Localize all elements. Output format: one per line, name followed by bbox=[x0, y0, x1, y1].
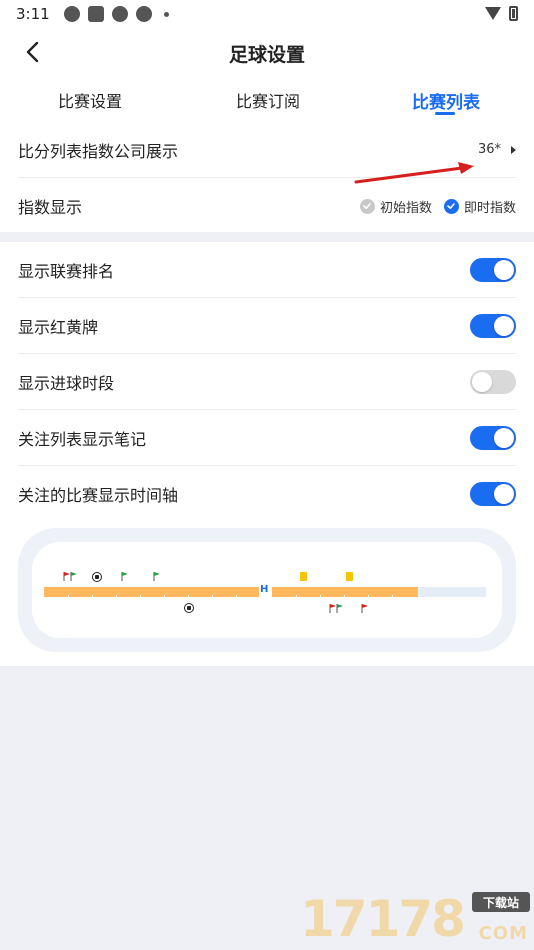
battery-icon bbox=[509, 6, 518, 21]
toggle-label: 显示红黄牌 bbox=[18, 317, 99, 337]
timeline-tick bbox=[296, 595, 297, 599]
toggle-label: 关注列表显示笔记 bbox=[18, 429, 147, 449]
follow-notes-toggle[interactable] bbox=[470, 425, 516, 450]
corner-flag-icon bbox=[153, 572, 160, 581]
timeline-preview: H bbox=[18, 528, 516, 652]
toggle-label: 显示进球时段 bbox=[18, 373, 115, 393]
option-live-index-label: 即时指数 bbox=[463, 200, 516, 216]
status-right bbox=[485, 6, 518, 21]
company-display-label: 比分列表指数公司展示 bbox=[18, 141, 179, 161]
caret-right-icon bbox=[511, 145, 516, 154]
display-toggles-section: 显示联赛排名 显示红黄牌 显示进球时段 关注列表显示笔记 关注的比赛显示时间轴 bbox=[0, 242, 534, 666]
timeline-tick bbox=[320, 595, 321, 599]
app-icon bbox=[63, 6, 80, 22]
timeline-tick bbox=[164, 595, 165, 599]
timeline-first-half-bar bbox=[44, 587, 259, 597]
timeline-tick bbox=[68, 595, 69, 599]
index-display-row: 指数显示 初始指数 即时指数 bbox=[18, 178, 516, 234]
tab-match-settings[interactable]: 比赛设置 bbox=[58, 88, 122, 112]
option-initial-index[interactable]: 初始指数 bbox=[359, 197, 432, 216]
timeline-remaining-bar bbox=[418, 587, 486, 597]
page-title: 足球设置 bbox=[228, 44, 305, 66]
option-live-index[interactable]: 即时指数 bbox=[443, 197, 516, 216]
toggle-row-timeline: 关注的比赛显示时间轴 bbox=[18, 466, 516, 522]
toggle-row-follow-notes: 关注列表显示笔记 bbox=[18, 410, 516, 466]
tab-bar: 比赛设置 比赛订阅 比赛列表 bbox=[0, 76, 534, 122]
goal-period-toggle[interactable] bbox=[470, 369, 516, 394]
goal-ball-icon bbox=[184, 603, 194, 613]
more-notifications-icon bbox=[163, 11, 169, 17]
tab-match-subscription[interactable]: 比赛订阅 bbox=[236, 88, 300, 112]
checked-icon bbox=[443, 198, 459, 214]
watermark-logo-text: 17178 bbox=[300, 890, 466, 948]
toggle-knob bbox=[494, 259, 514, 280]
watermark-badge: 下载站 bbox=[472, 892, 530, 912]
half-time-marker: H bbox=[260, 584, 269, 595]
company-display-value-text: 36* bbox=[477, 142, 501, 157]
timeline-tick bbox=[368, 595, 369, 599]
app-icon bbox=[135, 6, 152, 22]
wifi-icon bbox=[485, 7, 501, 20]
toggle-label: 显示联赛排名 bbox=[18, 261, 115, 281]
toggle-row-league-rank: 显示联赛排名 bbox=[18, 242, 516, 298]
yellow-card-icon bbox=[300, 572, 307, 581]
company-display-row[interactable]: 比分列表指数公司展示 36* bbox=[18, 122, 516, 178]
timeline-tick bbox=[212, 595, 213, 599]
timeline-second-half-bar bbox=[272, 587, 418, 597]
toggle-knob bbox=[494, 315, 514, 336]
timeline-tick bbox=[188, 595, 189, 599]
corner-flag-icon bbox=[70, 572, 77, 581]
tab-match-list[interactable]: 比赛列表 bbox=[412, 88, 480, 113]
toggle-row-goal-period: 显示进球时段 bbox=[18, 354, 516, 410]
yellow-card-icon bbox=[346, 572, 353, 581]
header: 足球设置 bbox=[0, 28, 534, 76]
index-settings-section: 比分列表指数公司展示 36* 指数显示 初始指数 即时指数 bbox=[0, 122, 534, 232]
toggle-label: 关注的比赛显示时间轴 bbox=[18, 486, 179, 505]
goal-ball-icon bbox=[92, 572, 102, 582]
corner-flag-icon bbox=[361, 604, 368, 613]
company-display-value[interactable]: 36* bbox=[478, 142, 516, 157]
index-display-label: 指数显示 bbox=[18, 198, 83, 217]
league-rank-toggle[interactable] bbox=[470, 257, 516, 282]
toggle-knob bbox=[472, 371, 492, 392]
timeline-tick bbox=[392, 595, 393, 599]
corner-flag-icon bbox=[121, 572, 128, 581]
watermark-domain: COM bbox=[478, 923, 528, 944]
app-icon bbox=[87, 6, 104, 22]
option-initial-index-label: 初始指数 bbox=[379, 200, 432, 216]
status-time: 3:11 bbox=[16, 5, 50, 23]
toggle-row-cards: 显示红黄牌 bbox=[18, 298, 516, 354]
app-icon bbox=[111, 6, 128, 22]
status-bar: 3:11 bbox=[0, 0, 534, 28]
unchecked-icon bbox=[359, 198, 375, 214]
corner-flag-icon bbox=[336, 604, 343, 613]
active-tab-indicator bbox=[435, 112, 455, 115]
toggle-knob bbox=[494, 484, 514, 504]
timeline-tick bbox=[116, 595, 117, 599]
timeline-toggle[interactable] bbox=[470, 482, 516, 506]
timeline-tick bbox=[236, 595, 237, 599]
timeline-tick bbox=[92, 595, 93, 599]
timeline-preview-card: H bbox=[32, 542, 502, 638]
timeline-tick bbox=[140, 595, 141, 599]
toggle-knob bbox=[494, 427, 514, 448]
timeline-tick bbox=[344, 595, 345, 599]
site-watermark: 17178 下载站 COM bbox=[300, 888, 530, 950]
cards-toggle[interactable] bbox=[470, 313, 516, 338]
